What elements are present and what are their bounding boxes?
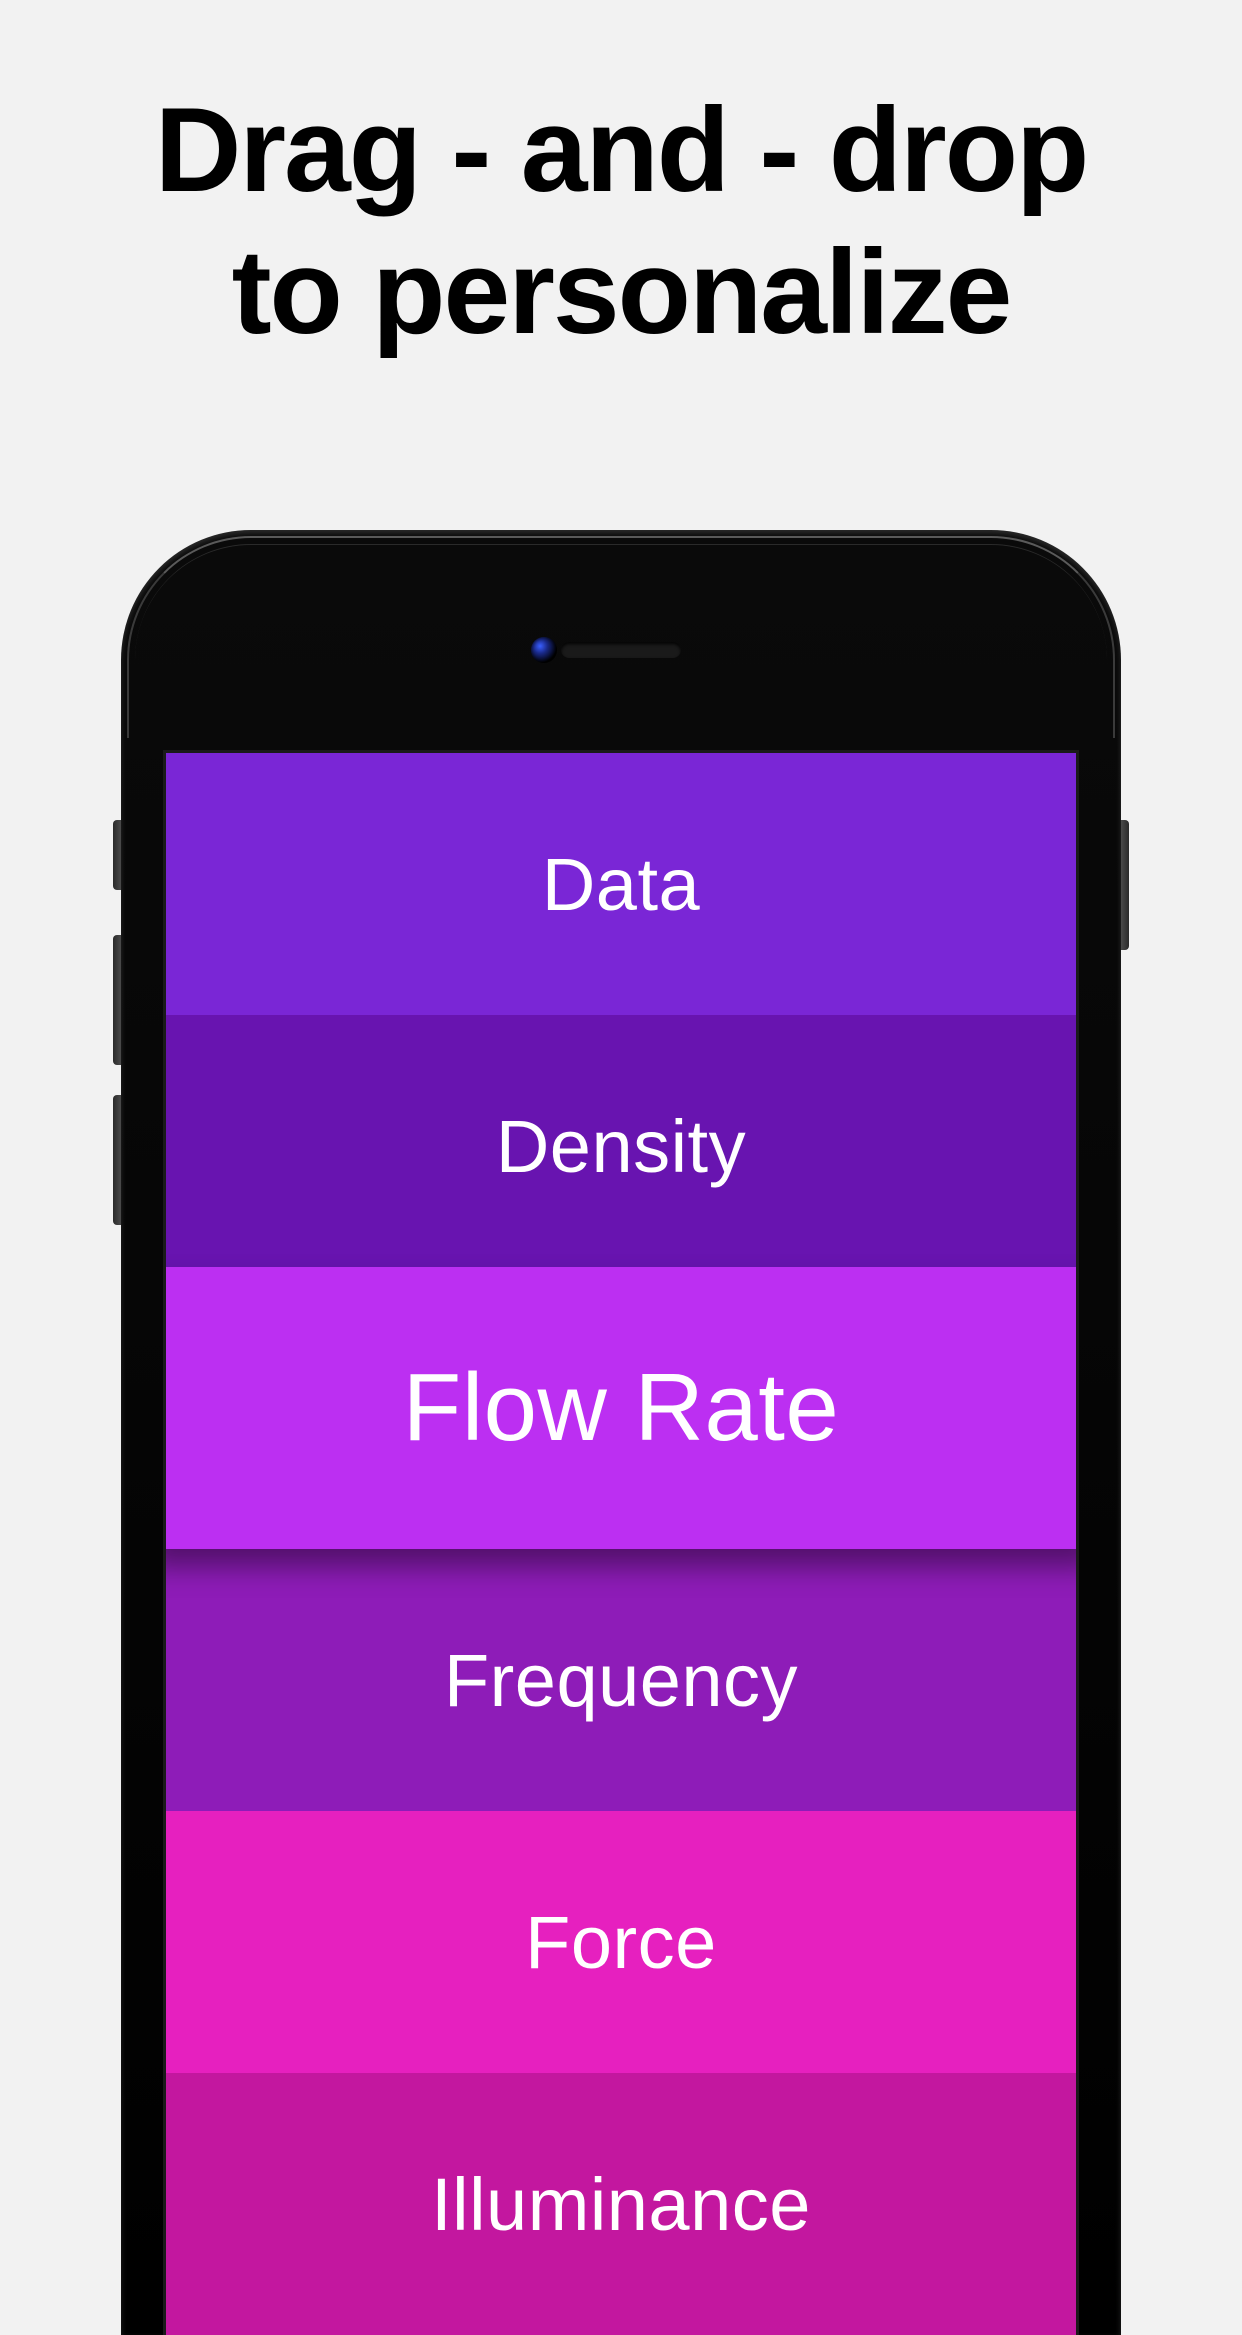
headline-line-2: to personalize bbox=[0, 222, 1242, 364]
power-button bbox=[1121, 820, 1129, 950]
list-item-illuminance[interactable]: Illuminance bbox=[166, 2073, 1076, 2335]
list-item-label: Data bbox=[542, 842, 700, 927]
list-item-label: Density bbox=[496, 1104, 746, 1189]
list-item-label: Frequency bbox=[444, 1638, 798, 1723]
volume-down-button bbox=[113, 1095, 121, 1225]
category-list: Data Density Flow Rate Frequency Force I… bbox=[166, 753, 1076, 2335]
list-item-label: Illuminance bbox=[431, 2162, 811, 2247]
list-item-density[interactable]: Density bbox=[166, 1015, 1076, 1277]
list-item-flow-rate[interactable]: Flow Rate bbox=[163, 1267, 1079, 1549]
list-item-data[interactable]: Data bbox=[166, 753, 1076, 1015]
phone-body: Data Density Flow Rate Frequency Force I… bbox=[121, 530, 1121, 2335]
mute-switch bbox=[113, 820, 121, 890]
camera-icon bbox=[531, 637, 557, 663]
list-item-force[interactable]: Force bbox=[166, 1811, 1076, 2073]
headline-line-1: Drag - and - drop bbox=[0, 80, 1242, 222]
list-item-frequency[interactable]: Frequency bbox=[166, 1549, 1076, 1811]
list-item-label: Force bbox=[525, 1900, 717, 1985]
phone-device-mockup: Data Density Flow Rate Frequency Force I… bbox=[121, 530, 1121, 2335]
phone-screen: Data Density Flow Rate Frequency Force I… bbox=[163, 750, 1079, 2335]
headline: Drag - and - drop to personalize bbox=[0, 0, 1242, 363]
volume-up-button bbox=[113, 935, 121, 1065]
list-item-label: Flow Rate bbox=[403, 1353, 840, 1463]
speaker-grille bbox=[561, 642, 681, 658]
